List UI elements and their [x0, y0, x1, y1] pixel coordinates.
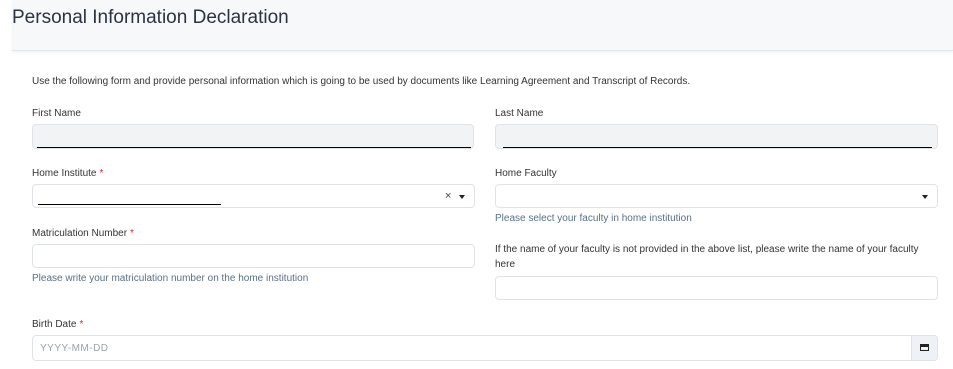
- home-faculty-label: Home Faculty: [495, 168, 557, 179]
- calendar-icon: [920, 344, 929, 351]
- birth-date-placeholder: YYYY-MM-DD: [40, 343, 109, 354]
- faculty-other-input[interactable]: [495, 276, 938, 300]
- home-faculty-select[interactable]: [495, 184, 938, 208]
- first-name-input[interactable]: [32, 124, 474, 149]
- home-institute-underline: [38, 204, 221, 205]
- last-name-label: Last Name: [495, 108, 544, 119]
- chevron-down-icon[interactable]: [922, 195, 928, 199]
- first-name-label: First Name: [32, 108, 81, 119]
- close-icon[interactable]: ×: [445, 190, 451, 202]
- calendar-button[interactable]: [911, 336, 937, 360]
- birth-date-input[interactable]: YYYY-MM-DD: [32, 335, 938, 361]
- home-faculty-help: Please select your faculty in home insti…: [495, 213, 692, 224]
- page-title: Personal Information Declaration: [12, 7, 289, 28]
- required-asterisk: *: [79, 319, 84, 330]
- chevron-down-icon[interactable]: [459, 195, 465, 199]
- birth-date-label: Birth Date *: [32, 319, 84, 330]
- matriculation-number-input[interactable]: [32, 244, 475, 268]
- faculty-other-label-cont: here: [495, 259, 516, 270]
- last-name-input[interactable]: [495, 124, 938, 149]
- required-asterisk: *: [99, 168, 104, 179]
- first-name-underline: [37, 147, 471, 148]
- matriculation-number-label: Matriculation Number *: [32, 228, 134, 239]
- faculty-other-label: If the name of your faculty is not provi…: [495, 244, 919, 255]
- last-name-underline: [503, 147, 932, 148]
- home-institute-label: Home Institute *: [32, 168, 104, 179]
- form-intro: Use the following form and provide perso…: [32, 76, 691, 87]
- matriculation-number-help: Please write your matriculation number o…: [32, 273, 309, 284]
- required-asterisk: *: [130, 228, 134, 239]
